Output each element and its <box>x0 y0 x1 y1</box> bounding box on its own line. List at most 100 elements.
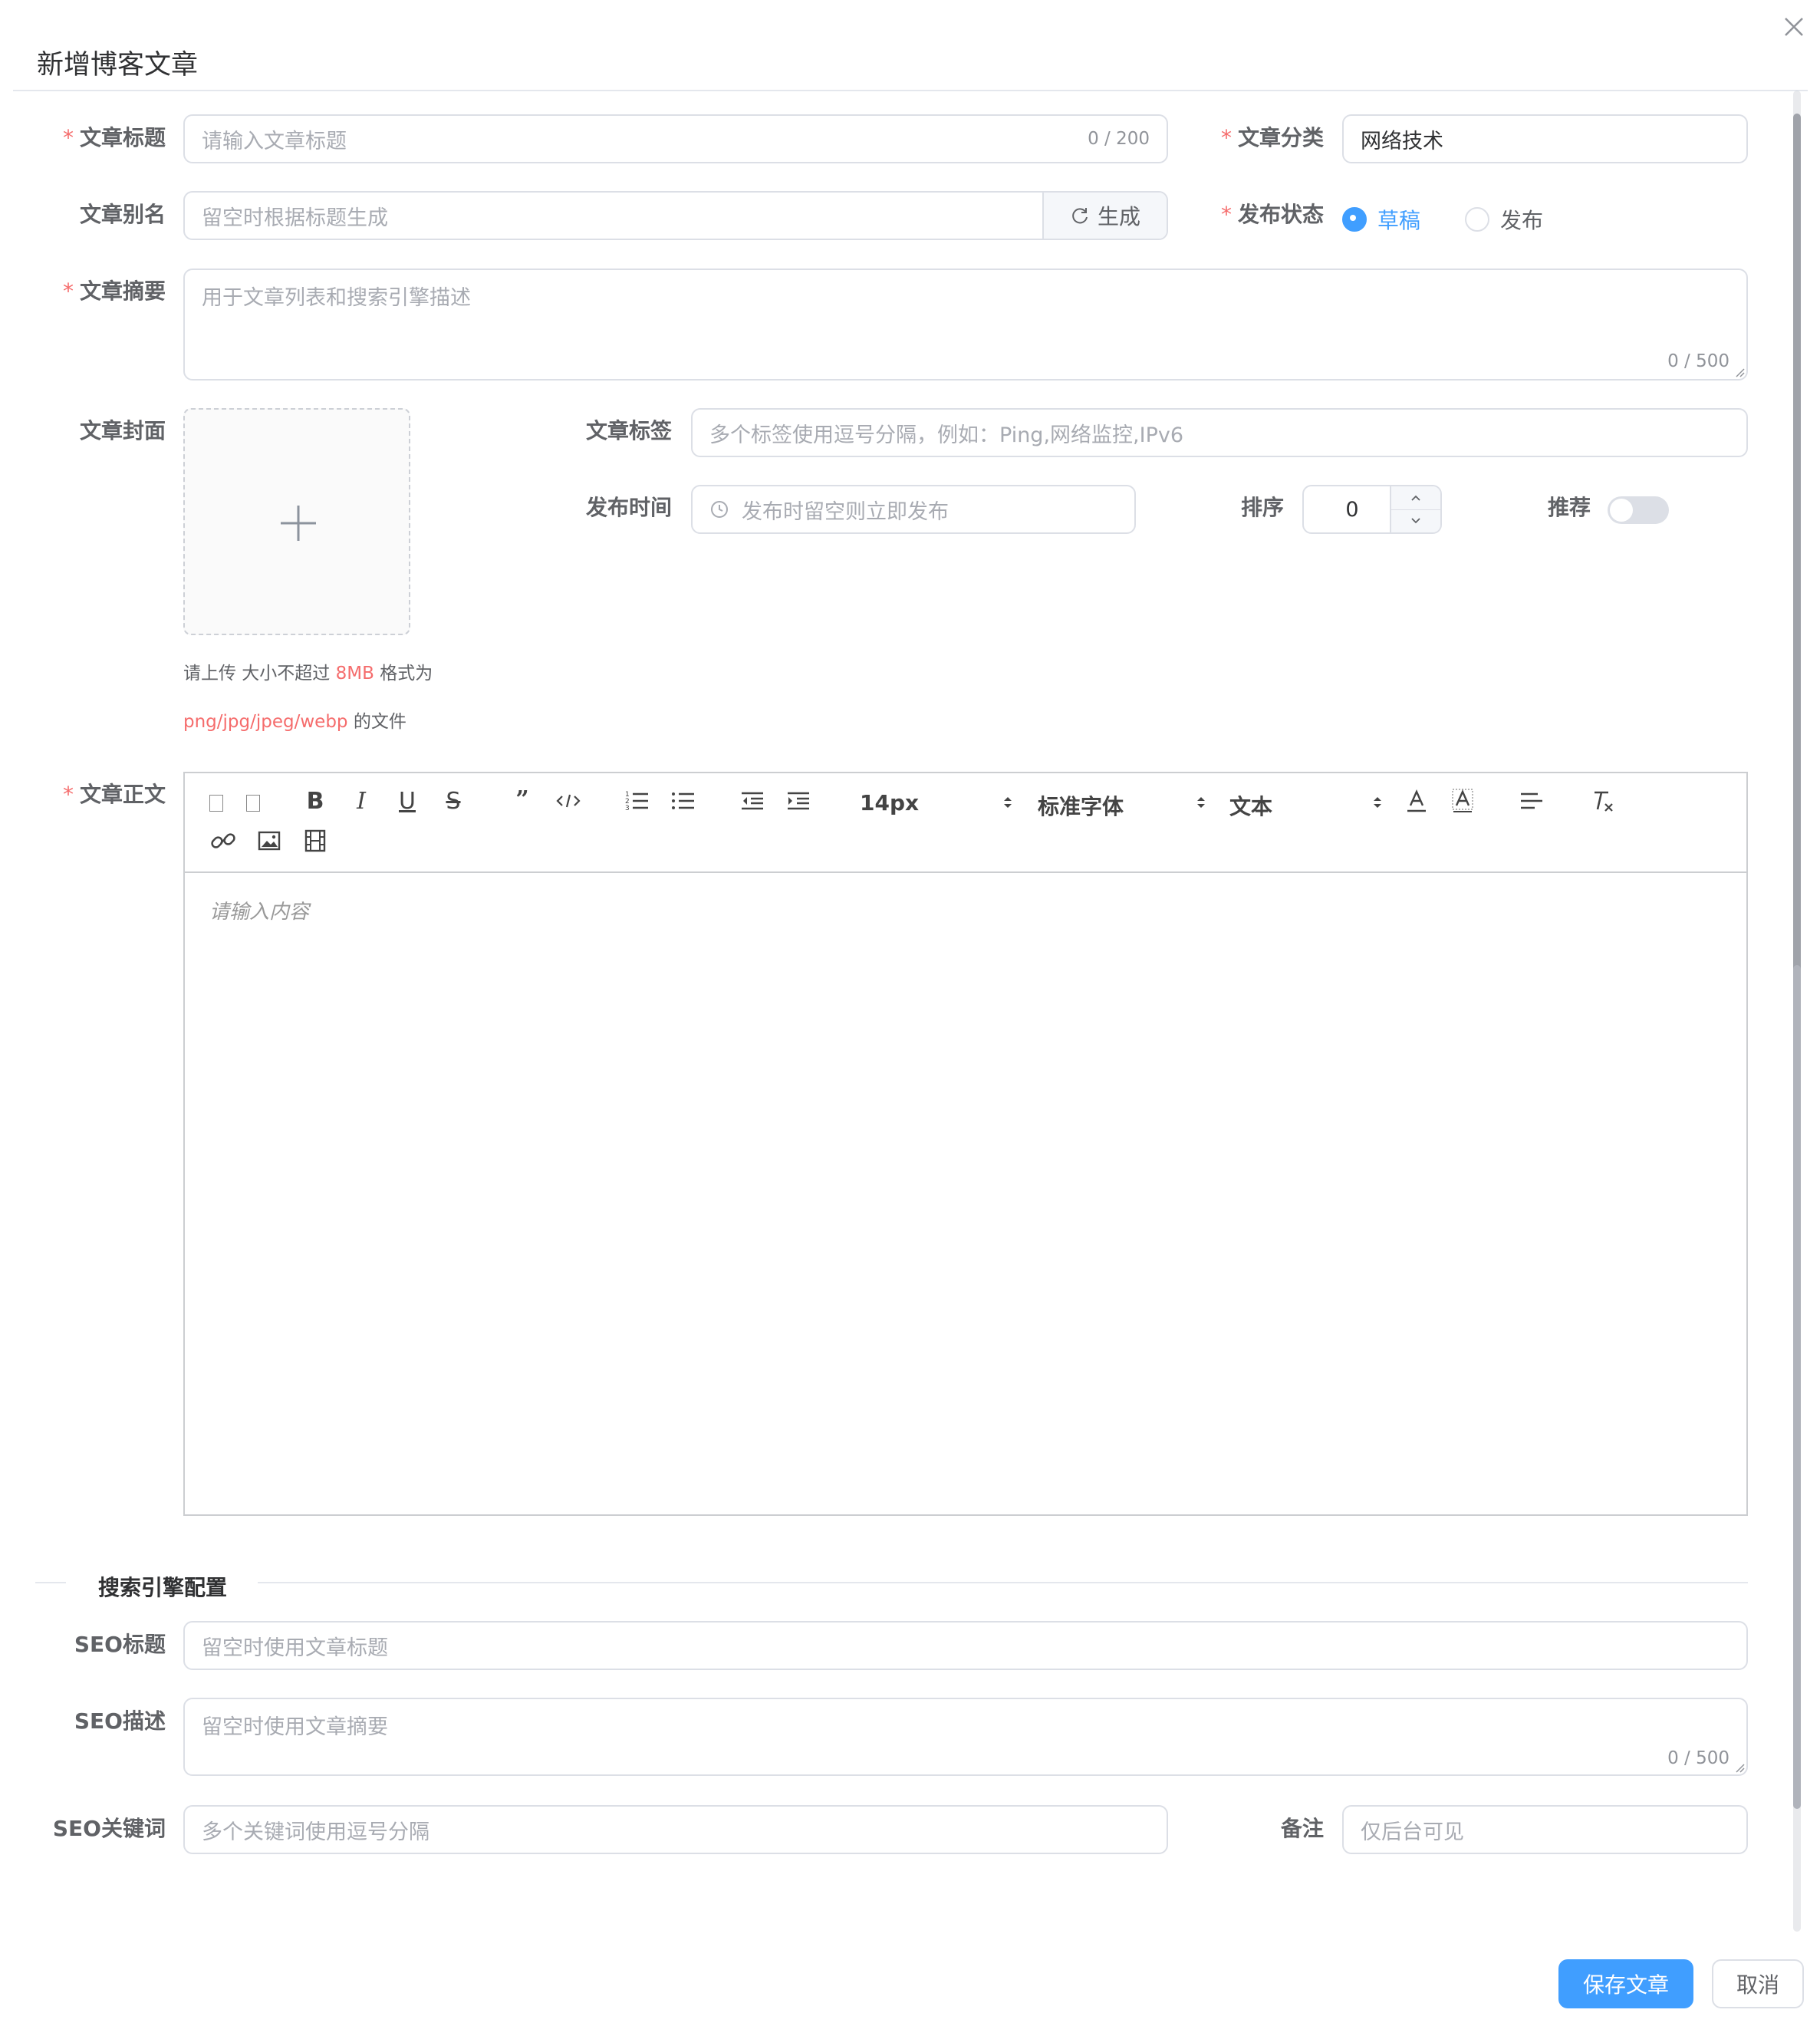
radio-unchecked-icon <box>1465 207 1489 232</box>
sort-label: 排序 <box>1240 495 1284 520</box>
quote-icon[interactable]: ” <box>508 789 536 812</box>
italic-icon[interactable]: I <box>347 790 375 813</box>
checkbox-b-icon[interactable] <box>246 795 260 812</box>
radio-publish-label: 发布 <box>1500 208 1544 233</box>
title-label: * 文章标题 <box>62 125 166 150</box>
checkbox-a-icon[interactable] <box>209 795 223 812</box>
tags-label: 文章标签 <box>585 418 672 443</box>
generate-button[interactable]: 生成 <box>1042 193 1167 239</box>
summary-placeholder: 用于文章列表和搜索引擎描述 <box>202 286 471 310</box>
alias-placeholder: 留空时根据标题生成 <box>202 206 388 230</box>
remark-placeholder: 仅后台可见 <box>1361 1820 1464 1844</box>
font-family-value: 标准字体 <box>1038 794 1124 819</box>
font-size-value: 14px <box>860 790 920 815</box>
underline-icon[interactable]: U <box>393 790 421 813</box>
resize-handle-icon[interactable] <box>1734 367 1745 377</box>
font-family-select[interactable]: 标准字体 <box>1038 789 1206 819</box>
editor-content[interactable]: 请输入内容 <box>185 873 1746 1514</box>
seo-title-input[interactable]: 留空时使用文章标题 <box>183 1621 1748 1670</box>
rich-text-editor[interactable]: B I U S ” 1 2 3 14px 标准字体 文本 请输入内容 <box>183 772 1748 1516</box>
switch-knob <box>1610 499 1633 522</box>
plus-icon <box>281 506 316 541</box>
indent-icon[interactable] <box>785 787 812 815</box>
category-value: 网络技术 <box>1361 129 1443 153</box>
cover-hint-size: 8MB <box>335 664 374 684</box>
seo-description-textarea[interactable]: 留空时使用文章摘要 0 / 500 <box>183 1698 1748 1776</box>
title-counter: 0 / 200 <box>1088 129 1150 149</box>
sort-stepper[interactable] <box>1390 486 1440 532</box>
summary-textarea[interactable]: 用于文章列表和搜索引擎描述 0 / 500 <box>183 269 1748 381</box>
select-arrows-icon <box>1197 797 1205 808</box>
close-icon[interactable] <box>1781 14 1807 40</box>
radio-checked-icon <box>1342 207 1367 232</box>
outdent-icon[interactable] <box>739 787 766 815</box>
seo-section-title: 搜索引擎配置 <box>98 1575 228 1600</box>
sort-number-input[interactable]: 0 <box>1302 485 1442 534</box>
title-input[interactable]: 请输入文章标题 0 / 200 <box>183 114 1168 163</box>
editor-placeholder: 请输入内容 <box>209 901 310 924</box>
alias-input[interactable]: 留空时根据标题生成 生成 <box>183 191 1168 240</box>
tags-input[interactable]: 多个标签使用逗号分隔，例如：Ping,网络监控,IPv6 <box>691 408 1748 457</box>
alias-label: 文章别名 <box>79 202 166 227</box>
ordered-list-icon[interactable]: 1 2 3 <box>624 787 651 815</box>
font-color-icon[interactable] <box>1403 787 1430 815</box>
generate-button-label: 生成 <box>1097 204 1140 229</box>
seo-keywords-placeholder: 多个关键词使用逗号分隔 <box>202 1820 429 1844</box>
publish-time-picker[interactable]: 发布时留空则立即发布 <box>691 485 1136 534</box>
status-radio-draft[interactable]: 草稿 <box>1342 204 1420 235</box>
seo-description-placeholder: 留空时使用文章摘要 <box>202 1715 388 1739</box>
seo-title-placeholder: 留空时使用文章标题 <box>202 1636 388 1660</box>
sort-value: 0 <box>1345 497 1359 522</box>
seo-divider-right <box>258 1582 1748 1583</box>
cover-upload[interactable] <box>183 408 410 635</box>
recommend-switch[interactable] <box>1608 496 1669 524</box>
align-icon[interactable] <box>1518 787 1545 815</box>
clock-icon <box>711 501 728 518</box>
refresh-icon <box>1072 208 1088 224</box>
header-divider <box>13 90 1808 91</box>
clear-format-icon[interactable] <box>1588 787 1616 815</box>
bullet-list-icon[interactable] <box>670 787 697 815</box>
recommend-label: 推荐 <box>1547 495 1591 520</box>
code-block-icon[interactable] <box>555 787 582 815</box>
resize-handle-icon[interactable] <box>1734 1762 1745 1773</box>
chevron-down-icon[interactable] <box>1391 509 1440 532</box>
category-select[interactable]: 网络技术 <box>1342 114 1748 163</box>
select-arrows-icon <box>1374 797 1381 808</box>
cancel-button-label: 取消 <box>1736 1972 1779 1998</box>
publish-time-placeholder: 发布时留空则立即发布 <box>742 499 949 524</box>
publish-time-label: 发布时间 <box>585 495 672 520</box>
cover-hint-line2: png/jpg/jpeg/webp 的文件 <box>183 707 406 733</box>
radio-draft-label: 草稿 <box>1377 208 1421 233</box>
seo-description-counter: 0 / 500 <box>1667 1748 1729 1768</box>
block-type-select[interactable]: 文本 <box>1229 789 1383 819</box>
strikethrough-icon[interactable]: S <box>439 790 467 813</box>
content-label: * 文章正文 <box>62 782 166 807</box>
seo-title-label: SEO标题 <box>74 1632 166 1657</box>
status-label: * 发布状态 <box>1220 202 1324 227</box>
dialog-scrollbar[interactable] <box>1793 91 1801 1932</box>
select-arrows-icon <box>1004 797 1012 808</box>
save-button[interactable]: 保存文章 <box>1558 1959 1693 2008</box>
cover-hint-mid: 格式为 <box>374 664 433 684</box>
cancel-button[interactable]: 取消 <box>1712 1959 1804 2008</box>
image-icon[interactable] <box>255 827 283 855</box>
cover-hint-formats: png/jpg/jpeg/webp <box>183 712 348 732</box>
cover-hint-suffix: 的文件 <box>347 712 406 732</box>
cover-label: 文章封面 <box>79 418 166 443</box>
background-color-icon[interactable] <box>1449 787 1476 815</box>
remark-input[interactable]: 仅后台可见 <box>1342 1805 1748 1854</box>
video-icon[interactable] <box>301 827 329 855</box>
summary-label: * 文章摘要 <box>62 278 166 304</box>
bold-icon[interactable]: B <box>301 790 329 813</box>
cover-hint-line1: 请上传 大小不超过 8MB 格式为 <box>183 658 433 684</box>
seo-keywords-input[interactable]: 多个关键词使用逗号分隔 <box>183 1805 1168 1854</box>
block-type-value: 文本 <box>1229 794 1273 819</box>
status-radio-publish[interactable]: 发布 <box>1465 204 1543 235</box>
chevron-up-icon[interactable] <box>1391 486 1440 510</box>
editor-toolbar: B I U S ” 1 2 3 14px 标准字体 文本 <box>185 773 1746 873</box>
font-size-select[interactable]: 14px <box>860 789 1013 816</box>
svg-text:3: 3 <box>625 805 630 812</box>
seo-keywords-label: SEO关键词 <box>52 1816 166 1841</box>
link-icon[interactable] <box>209 827 237 855</box>
